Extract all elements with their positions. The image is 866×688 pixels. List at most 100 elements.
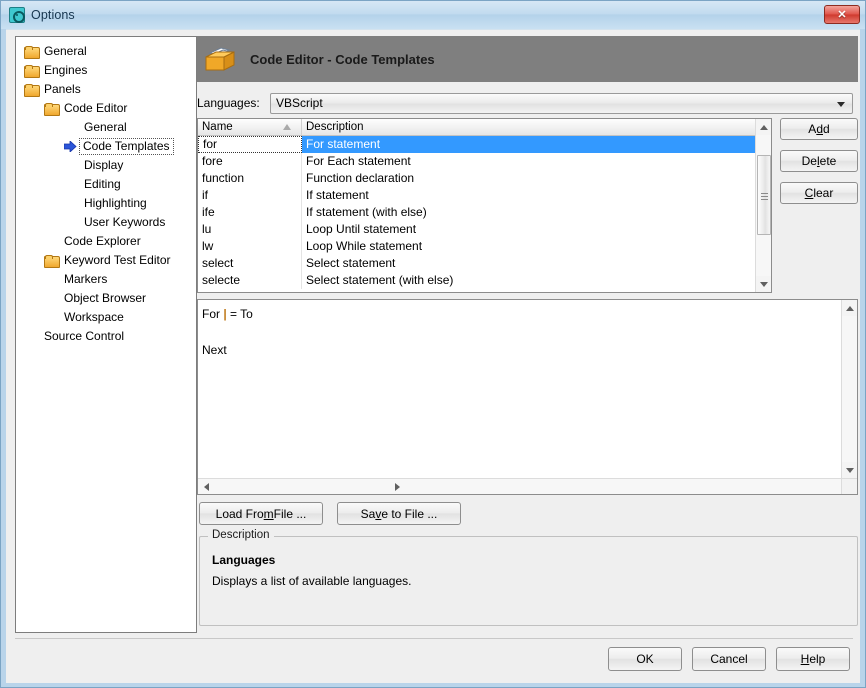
- description-text: Displays a list of available languages.: [212, 574, 412, 588]
- grid-header-row: Name Description: [198, 119, 771, 136]
- page-header: Code Editor - Code Templates: [197, 36, 858, 82]
- template-preview-text: For | = To Next: [202, 305, 253, 359]
- tree-item-label: Editing: [84, 177, 121, 191]
- options-dialog-window: Options ✕ General Engines Panels Code Edito…: [0, 0, 866, 688]
- languages-select[interactable]: VBScript: [270, 92, 853, 114]
- load-from-file-button[interactable]: Load Fro m File ...: [199, 502, 323, 525]
- template-preview-pane[interactable]: For | = To Next: [197, 299, 858, 495]
- ok-button[interactable]: OK: [608, 647, 682, 671]
- cell-name: selecte: [198, 272, 302, 289]
- cell-name: function: [198, 170, 302, 187]
- help-button[interactable]: Help: [776, 647, 850, 671]
- preview-horizontal-scrollbar[interactable]: [198, 478, 841, 494]
- grid-scrollbar-thumb[interactable]: [757, 155, 771, 235]
- tree-item-label: Workspace: [64, 310, 124, 324]
- tree-item-keyword-test-editor[interactable]: Keyword Test Editor: [16, 251, 196, 270]
- btn-text-post: e to File ...: [381, 506, 438, 521]
- cell-name: for: [198, 136, 302, 153]
- tree-item-markers[interactable]: Markers: [16, 270, 196, 289]
- tree-item-label: Code Editor: [64, 101, 128, 115]
- tree-item-label: Panels: [44, 82, 81, 96]
- preview-vertical-scrollbar[interactable]: [841, 300, 857, 478]
- tree-item-workspace[interactable]: Workspace: [16, 308, 196, 327]
- btn-text-post: lear: [813, 186, 834, 200]
- cell-name: lu: [198, 221, 302, 238]
- btn-text-post: d: [823, 122, 830, 136]
- tree-item-code-editor[interactable]: Code Editor: [16, 99, 196, 118]
- folder-icon: [44, 254, 60, 268]
- table-row[interactable]: ife If statement (with else): [198, 204, 771, 221]
- btn-text-post: File ...: [273, 506, 307, 521]
- tree-item-highlighting[interactable]: Highlighting: [16, 194, 196, 213]
- table-row[interactable]: function Function declaration: [198, 170, 771, 187]
- cell-description: For statement: [302, 136, 771, 153]
- folder-icon: [24, 45, 40, 59]
- clear-button[interactable]: Clear: [780, 182, 858, 204]
- tree-item-label: Display: [84, 158, 124, 172]
- preview-line1-before: For: [202, 307, 224, 321]
- title-bar: Options ✕: [1, 1, 865, 29]
- tree-item-label: General: [44, 44, 87, 58]
- cell-name: ife: [198, 204, 302, 221]
- tree-item-panels[interactable]: Panels: [16, 80, 196, 99]
- tree-item-editing[interactable]: Editing: [16, 175, 196, 194]
- add-button[interactable]: Add: [780, 118, 858, 140]
- cell-name: select: [198, 255, 302, 272]
- options-tree[interactable]: General Engines Panels Code Editor General Co…: [15, 36, 197, 633]
- languages-label: Languages:: [197, 96, 260, 110]
- tree-item-general[interactable]: General: [16, 42, 196, 61]
- scrollbar-corner: [841, 478, 857, 494]
- tree-item-code-templates[interactable]: Code Templates: [16, 137, 196, 156]
- grid-vertical-scrollbar[interactable]: [755, 119, 771, 292]
- preview-scroll-down-icon[interactable]: [842, 462, 857, 478]
- scroll-up-icon[interactable]: [756, 119, 771, 135]
- sort-ascending-icon: [283, 124, 291, 130]
- grip-icon: [761, 191, 768, 200]
- table-row[interactable]: lw Loop While statement: [198, 238, 771, 255]
- btn-text-pre: De: [801, 154, 817, 168]
- folder-icon: [24, 83, 40, 97]
- btn-accel: d: [816, 122, 823, 136]
- dialog-client-area: General Engines Panels Code Editor General Co…: [6, 29, 860, 683]
- tree-item-display[interactable]: Display: [16, 156, 196, 175]
- languages-row: Languages: VBScript: [197, 92, 858, 114]
- preview-scroll-right-icon[interactable]: [389, 479, 405, 494]
- tree-item-label: Code Templates: [79, 138, 174, 155]
- cell-description: Select statement: [306, 256, 396, 270]
- save-to-file-button[interactable]: Sa v e to File ...: [337, 502, 461, 525]
- table-row[interactable]: for For statement: [198, 136, 771, 153]
- description-heading: Languages: [212, 553, 276, 567]
- folder-icon: [44, 102, 60, 116]
- cell-description: Loop While statement: [306, 239, 423, 253]
- scroll-down-icon[interactable]: [756, 276, 771, 292]
- tree-item-label: Engines: [44, 63, 88, 77]
- table-row[interactable]: fore For Each statement: [198, 153, 771, 170]
- cancel-button[interactable]: Cancel: [692, 647, 766, 671]
- options-page: Code Editor - Code Templates Languages: …: [197, 36, 858, 661]
- tree-item-label: General: [84, 120, 127, 134]
- table-row[interactable]: lu Loop Until statement: [198, 221, 771, 238]
- tree-item-code-explorer[interactable]: Code Explorer: [16, 232, 196, 251]
- code-templates-grid[interactable]: Name Description for For statement fore For…: [197, 118, 772, 293]
- table-row[interactable]: if If statement: [198, 187, 771, 204]
- cell-name: if: [198, 187, 302, 204]
- btn-text-pre: A: [808, 122, 817, 136]
- folder-icon: [24, 64, 40, 78]
- card-box-icon: [204, 44, 238, 74]
- tree-item-general[interactable]: General: [16, 118, 196, 137]
- delete-button[interactable]: De l ete: [780, 150, 858, 172]
- cell-description: Function declaration: [306, 171, 415, 185]
- btn-accel: C: [804, 186, 814, 200]
- tree-item-user-keywords[interactable]: User Keywords: [16, 213, 196, 232]
- preview-scroll-up-icon[interactable]: [842, 300, 857, 316]
- tree-item-object-browser[interactable]: Object Browser: [16, 289, 196, 308]
- column-header-description[interactable]: Description: [302, 119, 771, 135]
- close-icon[interactable]: ✕: [824, 5, 860, 24]
- table-row[interactable]: select Select statement: [198, 255, 771, 272]
- tree-item-engines[interactable]: Engines: [16, 61, 196, 80]
- table-row[interactable]: selecte Select statement (with else): [198, 272, 771, 289]
- column-header-name[interactable]: Name: [198, 119, 302, 135]
- tree-item-source-control[interactable]: Source Control: [16, 327, 196, 346]
- preview-scroll-left-icon[interactable]: [198, 479, 214, 494]
- tree-item-label: Keyword Test Editor: [64, 253, 171, 267]
